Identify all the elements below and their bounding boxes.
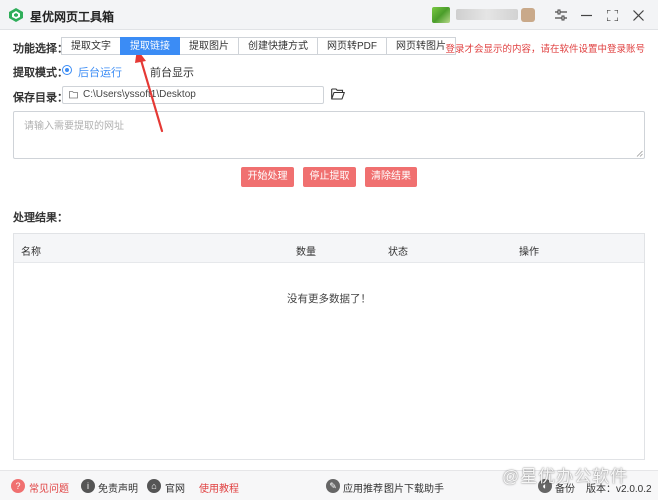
tab-web-to-pdf[interactable]: 网页转PDF (317, 37, 387, 55)
sliders-icon (555, 9, 567, 21)
save-dir-label: 保存目录： (13, 92, 68, 104)
function-select-label: 功能选择： (13, 43, 68, 55)
column-header-count: 数量 (296, 247, 316, 258)
column-header-actions: 操作 (519, 247, 539, 258)
results-label: 处理结果： (13, 212, 68, 224)
home-icon[interactable]: ⌂ (147, 479, 161, 493)
stop-extract-button[interactable]: 停止提取 (303, 167, 356, 187)
maximize-button[interactable] (602, 5, 622, 25)
user-badge-icon (521, 8, 535, 22)
column-header-status: 状态 (388, 247, 408, 258)
results-table-header: 名称 数量 状态 操作 (14, 234, 644, 263)
login-tip: 登录才会显示的内容，请在软件设置中登录账号 (445, 44, 645, 55)
close-icon (632, 9, 644, 21)
tutorial-link[interactable]: 使用教程 (199, 480, 239, 495)
folder-small-icon (69, 91, 78, 99)
disclaimer-link[interactable]: 免责声明 (98, 480, 138, 495)
tab-extract-links[interactable]: 提取链接 (120, 37, 180, 55)
app-logo-icon (9, 8, 23, 22)
column-header-name: 名称 (21, 247, 41, 258)
radio-background-mode[interactable] (62, 65, 72, 75)
open-folder-icon[interactable] (331, 88, 345, 100)
url-input[interactable]: 请输入需要提取的网址 (13, 111, 645, 159)
radio-foreground-label[interactable]: 前台显示 (150, 64, 194, 80)
faq-link[interactable]: 常见问题 (29, 480, 69, 495)
tab-extract-images[interactable]: 提取图片 (179, 37, 239, 55)
url-input-placeholder: 请输入需要提取的网址 (24, 121, 124, 132)
resize-grip-icon[interactable] (636, 150, 643, 157)
function-tabs: 提取文字 提取链接 提取图片 创建快捷方式 网页转PDF 网页转图片 (61, 37, 456, 55)
clear-results-button[interactable]: 清除结果 (365, 167, 417, 187)
settings-menu-button[interactable] (551, 5, 571, 25)
username: ████████ (456, 8, 513, 19)
minimize-button[interactable] (576, 5, 596, 25)
app-title: 星优网页工具箱 (30, 10, 115, 24)
title-bar: 星优网页工具箱 ████████ (0, 0, 658, 30)
tab-create-shortcut[interactable]: 创建快捷方式 (238, 37, 318, 55)
extract-mode-label: 提取模式： (13, 67, 68, 79)
help-icon[interactable]: ? (11, 479, 25, 493)
recommend-app-link[interactable]: 图片下载助手 (384, 480, 444, 495)
results-table: 名称 数量 状态 操作 没有更多数据了！ (13, 233, 645, 460)
watermark: @星优办公软件 (502, 467, 629, 486)
start-processing-button[interactable]: 开始处理 (241, 167, 294, 187)
save-dir-value: C:\Users\yssoft1\Desktop (83, 89, 196, 100)
user-avatar[interactable] (432, 7, 450, 23)
disclaimer-icon[interactable]: i (81, 479, 95, 493)
save-dir-field[interactable]: C:\Users\yssoft1\Desktop (62, 86, 324, 104)
app-recommend-icon: ✎ (326, 479, 340, 493)
empty-message: 没有更多数据了！ (287, 293, 371, 305)
minimize-icon (580, 14, 592, 16)
tab-extract-text[interactable]: 提取文字 (61, 37, 121, 55)
close-button[interactable] (628, 5, 648, 25)
fullscreen-icon (606, 9, 618, 21)
website-link[interactable]: 官网 (165, 480, 185, 495)
radio-background-label[interactable]: 后台运行 (78, 64, 122, 80)
